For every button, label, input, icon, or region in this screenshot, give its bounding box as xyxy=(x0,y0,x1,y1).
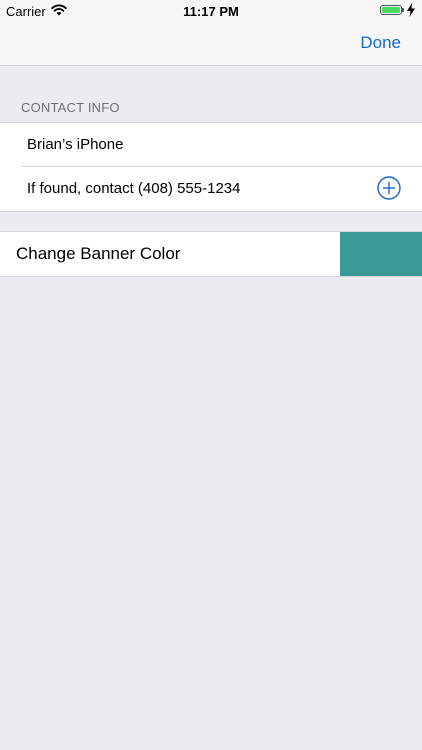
banner-color-label: Change Banner Color xyxy=(16,244,181,263)
contact-message-row[interactable]: If found, contact (408) 555-1234 xyxy=(0,167,422,211)
battery-level xyxy=(382,7,400,13)
bolt-icon xyxy=(407,3,415,17)
battery-cap xyxy=(402,8,404,12)
plus-circle-icon[interactable] xyxy=(377,176,401,200)
navigation-bar: Done xyxy=(0,22,422,66)
device-name-row[interactable]: Brian’s iPhone xyxy=(0,123,422,167)
contact-info-group: Brian’s iPhone If found, contact (408) 5… xyxy=(0,122,422,212)
status-time: 11:17 PM xyxy=(183,4,239,19)
device-name-text: Brian’s iPhone xyxy=(27,136,124,153)
done-button[interactable]: Done xyxy=(360,33,401,53)
contact-message-text: If found, contact (408) 555-1234 xyxy=(27,180,241,197)
status-bar: Carrier 11:17 PM xyxy=(0,0,422,22)
contact-info-header: CONTACT INFO xyxy=(21,100,120,115)
battery-icon xyxy=(380,5,402,15)
banner-color-swatch[interactable] xyxy=(340,232,422,276)
banner-color-row[interactable]: Change Banner Color xyxy=(0,231,422,277)
